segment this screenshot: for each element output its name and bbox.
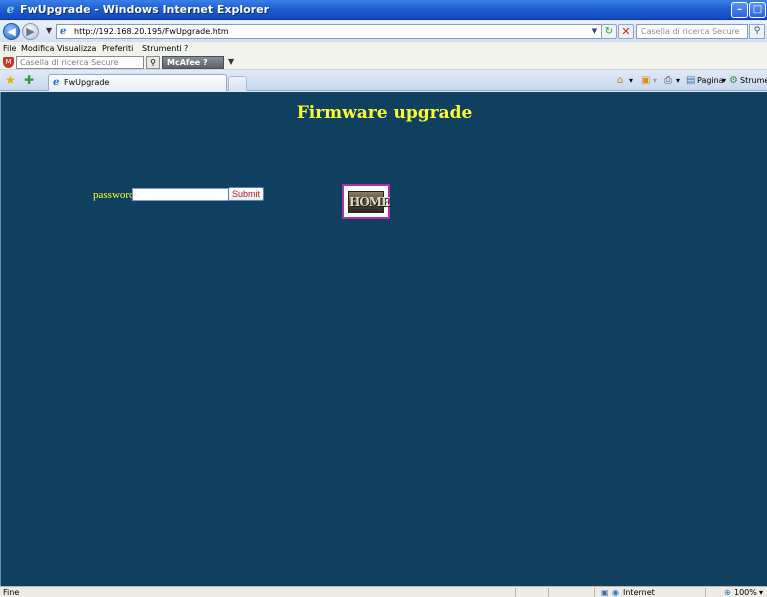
tab-fwupgrade[interactable]: ℯ FwUpgrade (48, 74, 227, 91)
minimize-button[interactable]: – (731, 2, 748, 18)
page-icon: ℯ (60, 26, 67, 37)
zoom-dropdown-icon[interactable]: ▾ (759, 588, 763, 597)
feeds-dropdown-icon[interactable]: ▾ (653, 76, 657, 86)
zoom-icon: ⊕ (724, 588, 731, 597)
back-button[interactable]: ◀ (3, 23, 20, 40)
mcafee-label: McAfee (167, 58, 201, 67)
new-tab-button[interactable] (228, 76, 247, 91)
search-placeholder: Casella di ricerca Secure (641, 27, 740, 36)
menu-file[interactable]: File (3, 43, 16, 54)
home-image: HOME (348, 191, 390, 213)
feeds-icon[interactable]: ▣ (641, 75, 650, 86)
home-image-text: HOME (349, 195, 390, 209)
submit-button[interactable]: Submit (228, 187, 264, 201)
print-icon[interactable]: ⎙ (664, 75, 672, 86)
page-menu-dropdown-icon[interactable]: ▾ (722, 76, 726, 86)
page-title: Firmware upgrade (296, 103, 473, 123)
tools-gear-icon: ⚙ (729, 75, 738, 86)
status-divider (548, 588, 549, 597)
home-link[interactable]: HOME (342, 184, 390, 219)
secure-search-icon[interactable]: ⚲ (146, 56, 160, 69)
status-divider (705, 588, 706, 597)
tools-menu[interactable]: Strumenti (740, 76, 767, 86)
refresh-button[interactable]: ↻ (601, 24, 617, 39)
search-input[interactable]: Casella di ricerca Secure (636, 24, 748, 39)
menu-help[interactable]: ? (184, 43, 188, 54)
address-url: http://192.168.20.195/FwUpgrade.htm (74, 27, 229, 36)
address-dropdown-icon[interactable]: ▼ (590, 25, 599, 37)
favorites-star-icon[interactable]: ★ (5, 74, 16, 87)
menu-strumenti[interactable]: Strumenti (142, 43, 182, 54)
status-bar: Fine ▣ ◉ Internet ⊕ 100% ▾ (0, 586, 767, 597)
page-content: Firmware upgrade password: Submit HOME (0, 92, 767, 586)
window-title: FwUpgrade - Windows Internet Explorer (20, 3, 270, 16)
help-icon: ? (203, 58, 208, 67)
internet-zone-icon: ◉ (612, 588, 619, 597)
tab-bar: ★ ✚ ℯ FwUpgrade ⌂ ▾ ▣ ▾ ⎙ ▾ ▤ Pagina ▾ ⚙… (0, 71, 767, 91)
mcafee-dropdown-icon[interactable]: ▼ (228, 57, 234, 66)
protected-mode-icon: ▣ (601, 588, 609, 597)
internet-explorer-icon: ℯ (6, 2, 15, 16)
menu-bar: File Modifica Visualizza Preferiti Strum… (0, 42, 767, 55)
page-menu[interactable]: Pagina (697, 76, 724, 86)
forward-button[interactable]: ▶ (22, 23, 39, 40)
mcafee-shield-icon[interactable]: M (3, 57, 14, 68)
tab-label: FwUpgrade (64, 78, 110, 87)
zoom-level[interactable]: 100% (734, 588, 757, 597)
page-menu-icon: ▤ (686, 75, 696, 86)
status-divider (515, 588, 516, 597)
stop-button[interactable]: ✕ (618, 24, 634, 39)
secure-search-placeholder: Casella di ricerca Secure (20, 58, 119, 67)
status-divider (594, 588, 595, 597)
menu-preferiti[interactable]: Preferiti (102, 43, 133, 54)
address-toolbar: ◀ ▶ ▼ ℯ http://192.168.20.195/FwUpgrade.… (0, 21, 767, 42)
title-bar: ℯ FwUpgrade - Windows Internet Explorer … (0, 0, 767, 20)
security-zone: Internet (623, 588, 655, 597)
maximize-button[interactable]: □ (749, 2, 766, 18)
tab-page-icon: ℯ (53, 77, 60, 88)
status-text: Fine (3, 588, 20, 597)
recent-pages-dropdown-icon[interactable]: ▼ (46, 26, 52, 35)
password-label: password: (93, 189, 138, 201)
mcafee-button[interactable]: McAfee ? (162, 56, 224, 69)
menu-modifica[interactable]: Modifica (21, 43, 54, 54)
add-favorites-icon[interactable]: ✚ (24, 74, 34, 87)
mcafee-toolbar: M Casella di ricerca Secure ⚲ McAfee ? ▼ (0, 55, 767, 70)
home-dropdown-icon[interactable]: ▾ (629, 76, 633, 86)
address-bar[interactable]: ℯ http://192.168.20.195/FwUpgrade.htm (56, 24, 608, 39)
secure-search-input[interactable]: Casella di ricerca Secure (16, 56, 144, 69)
home-icon[interactable]: ⌂ (617, 75, 623, 86)
print-dropdown-icon[interactable]: ▾ (676, 76, 680, 86)
menu-visualizza[interactable]: Visualizza (57, 43, 96, 54)
search-icon[interactable]: ⚲ (749, 24, 765, 39)
